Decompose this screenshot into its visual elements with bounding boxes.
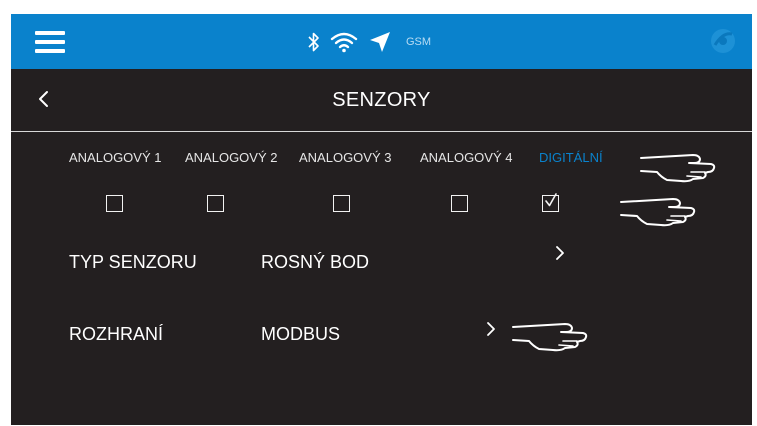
checkmark-icon bbox=[545, 193, 557, 207]
title-bar: SENZORY bbox=[11, 69, 752, 132]
gsm-label: GSM bbox=[406, 36, 432, 48]
interface-value[interactable]: MODBUS bbox=[261, 324, 340, 345]
analog-4-checkbox[interactable] bbox=[451, 195, 468, 212]
tab-analog-2[interactable]: ANALOGOVÝ 2 bbox=[185, 150, 277, 165]
analog-1-checkbox[interactable] bbox=[106, 195, 123, 212]
tab-analog-1[interactable]: ANALOGOVÝ 1 bbox=[69, 150, 161, 165]
tab-digital[interactable]: DIGITÁLNÍ bbox=[539, 150, 603, 165]
tab-analog-3[interactable]: ANALOGOVÝ 3 bbox=[299, 150, 391, 165]
pointing-hand-icon bbox=[620, 198, 696, 227]
pointing-hand-icon bbox=[640, 154, 716, 183]
wifi-icon bbox=[330, 32, 358, 53]
device-screen: GSM SENZORY ANALOGOVÝ 1 ANALOGOVÝ 2 ANAL… bbox=[11, 14, 752, 425]
page-title: SENZORY bbox=[332, 89, 431, 111]
bluetooth-icon bbox=[308, 32, 319, 52]
interface-chevron-icon[interactable] bbox=[484, 320, 498, 338]
digital-checkbox[interactable] bbox=[542, 193, 559, 212]
location-arrow-icon bbox=[370, 32, 390, 52]
interface-label: ROZHRANÍ bbox=[69, 324, 163, 344]
analog-3-checkbox[interactable] bbox=[333, 195, 350, 212]
status-icons: GSM bbox=[308, 27, 431, 57]
top-bar: GSM bbox=[11, 14, 752, 69]
brand-logo-icon bbox=[711, 29, 735, 53]
sensor-type-chevron-icon[interactable] bbox=[553, 244, 567, 262]
pointing-hand-icon bbox=[512, 323, 588, 352]
sensor-type-label: TYP SENZORU bbox=[69, 252, 197, 272]
tab-analog-4[interactable]: ANALOGOVÝ 4 bbox=[420, 150, 512, 165]
analog-2-checkbox[interactable] bbox=[207, 195, 224, 212]
sensor-type-value[interactable]: ROSNÝ BOD bbox=[261, 252, 369, 273]
hamburger-menu-icon[interactable] bbox=[35, 31, 65, 53]
